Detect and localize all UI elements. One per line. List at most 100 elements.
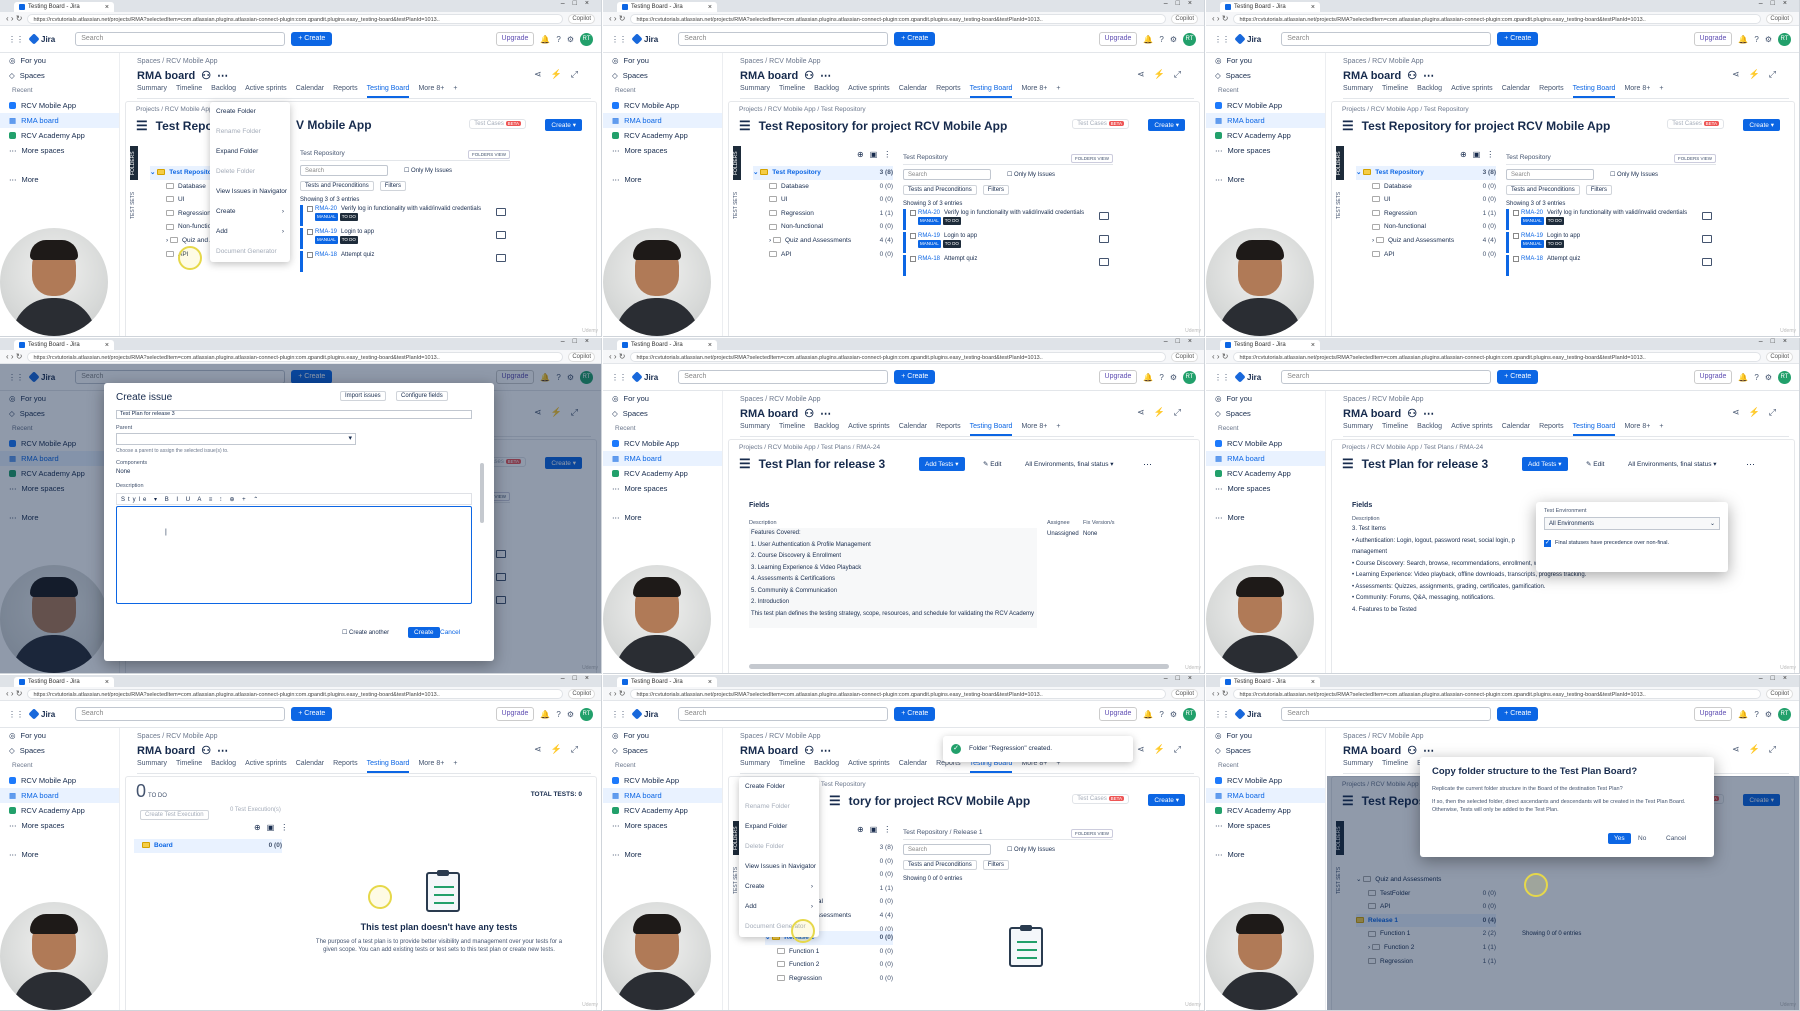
close-tab-icon[interactable]: ×: [1311, 679, 1315, 686]
tab-timeline[interactable]: Timeline: [1382, 423, 1408, 436]
final-status-checkbox[interactable]: ✓ Final statuses have precedence over non…: [1544, 540, 1669, 547]
url-field[interactable]: https://rcvtutorials.atlassian.net/proje…: [27, 351, 564, 362]
sidebar-spaces[interactable]: ◇ Spaces: [603, 406, 722, 421]
no-button[interactable]: No: [1638, 835, 1646, 842]
nav-buttons[interactable]: ‹ › ↻: [6, 689, 22, 698]
sidebar-item-rma-board[interactable]: ▦ RMA board: [603, 451, 722, 466]
tab-testing-board[interactable]: Testing Board: [969, 423, 1013, 436]
more-actions-icon[interactable]: ⋯: [1746, 459, 1755, 470]
create-button[interactable]: + Create: [1497, 370, 1539, 384]
sidebar-spaces[interactable]: ◇ Spaces: [1206, 406, 1325, 421]
board-actions[interactable]: ⋖⚡⤢: [534, 69, 587, 80]
environment-dropdown[interactable]: All Environments, final status ▾: [1025, 460, 1114, 468]
sidebar-more-spaces[interactable]: ⋯ More spaces: [1206, 818, 1325, 833]
create-dropdown-button[interactable]: Create ▾: [1743, 119, 1780, 131]
open-test-icon[interactable]: [1099, 258, 1109, 266]
window-controls[interactable]: –□×: [1759, 675, 1795, 682]
filters-dropdown[interactable]: Filters: [379, 181, 407, 191]
window-controls[interactable]: –□×: [1759, 0, 1795, 7]
test-sets-vertical-tab[interactable]: TEST SETS: [1336, 186, 1344, 224]
browser-tab[interactable]: Testing Board - Jira ×: [617, 677, 717, 687]
copilot-button[interactable]: Copilot: [1171, 13, 1198, 24]
board-breadcrumb[interactable]: Spaces / RCV Mobile App: [1343, 733, 1424, 740]
settings-icon[interactable]: ⚙: [1765, 373, 1772, 382]
close-tab-icon[interactable]: ×: [105, 342, 109, 349]
more-icon[interactable]: ⋯: [1423, 744, 1434, 757]
tree-node[interactable]: UI 0 (0): [753, 193, 893, 207]
window-controls[interactable]: –□×: [1164, 0, 1200, 7]
add-tab-icon[interactable]: +: [1659, 423, 1663, 436]
tab-testing-board[interactable]: Testing Board: [366, 85, 410, 98]
more-icon[interactable]: ⋯: [820, 407, 831, 420]
upgrade-button[interactable]: Upgrade: [1693, 370, 1733, 384]
people-icon[interactable]: ⚇: [804, 407, 814, 420]
sidebar-item-rma-board[interactable]: ▦ RMA board: [0, 113, 119, 128]
browser-tab[interactable]: Testing Board - Jira ×: [617, 2, 717, 12]
test-cases-button[interactable]: Test Cases BETA: [1072, 119, 1129, 129]
folders-view-toggle[interactable]: FOLDERS VIEW: [1673, 154, 1716, 163]
menu-item-create-folder[interactable]: Create Folder: [739, 777, 819, 797]
url-field[interactable]: https://rcvtutorials.atlassian.net/proje…: [630, 351, 1167, 362]
upgrade-button[interactable]: Upgrade: [1098, 32, 1138, 46]
menu-item-document-generator[interactable]: Document Generator: [210, 242, 290, 262]
tab-summary[interactable]: Summary: [740, 423, 770, 436]
help-icon[interactable]: ?: [1159, 373, 1163, 382]
app-switcher-icon[interactable]: ⋮⋮: [1214, 710, 1230, 719]
search-input[interactable]: Search: [678, 370, 889, 384]
board-actions[interactable]: ⋖⚡⤢: [1732, 407, 1785, 418]
tests-search-input[interactable]: Search: [300, 165, 388, 176]
test-key[interactable]: RMA-18: [1521, 256, 1543, 262]
menu-item-delete-folder[interactable]: Delete Folder: [210, 162, 290, 182]
bell-icon[interactable]: 🔔: [1738, 373, 1748, 382]
close-tab-icon[interactable]: ×: [1311, 342, 1315, 349]
user-avatar[interactable]: RT: [1183, 707, 1196, 721]
menu-item-view-issues-in-navigator[interactable]: View Issues in Navigator: [739, 857, 819, 877]
tab-testing-board[interactable]: Testing Board: [366, 760, 410, 773]
panel-path[interactable]: Test Repository: [1506, 154, 1551, 161]
nav-buttons[interactable]: ‹ › ↻: [6, 352, 22, 361]
description-content[interactable]: Features Covered: 1. User Authentication …: [749, 528, 1037, 628]
tree-node[interactable]: ⌄ Test Repository 3 (8): [1356, 166, 1496, 180]
environment-dropdown[interactable]: All Environments, final status ▾: [1628, 460, 1717, 468]
sidebar-item-rma-board[interactable]: ▦ RMA board: [603, 788, 722, 803]
import-issues-button[interactable]: Import issues: [340, 391, 386, 401]
sidebar-for-you[interactable]: ◎ For you: [603, 53, 722, 68]
test-key[interactable]: RMA-18: [918, 256, 940, 262]
more-icon[interactable]: ⋯: [1423, 69, 1434, 82]
sidebar-item-rcv-mobile[interactable]: RCV Mobile App: [603, 98, 722, 113]
tab-timeline[interactable]: Timeline: [1382, 760, 1408, 773]
sidebar-more[interactable]: ⋯ More: [1206, 847, 1325, 862]
tests-search-input[interactable]: Search: [1506, 169, 1594, 180]
sidebar-item-rma-board[interactable]: ▦ RMA board: [0, 788, 119, 803]
search-input[interactable]: Search: [1281, 707, 1492, 721]
tab-more-8-[interactable]: More 8+: [418, 85, 444, 98]
tab-active-sprints[interactable]: Active sprints: [1451, 85, 1493, 98]
tab-reports[interactable]: Reports: [936, 423, 961, 436]
board-actions[interactable]: ⋖⚡⤢: [1732, 744, 1785, 755]
tests-search-input[interactable]: Search: [903, 169, 991, 180]
tree-node[interactable]: Regression 0 (0): [765, 972, 893, 986]
url-field[interactable]: https://rcvtutorials.atlassian.net/proje…: [1233, 688, 1762, 699]
test-item[interactable]: RMA-19 Login to appMANUALTO DO: [903, 232, 1113, 253]
copilot-button[interactable]: Copilot: [1766, 688, 1793, 699]
bell-icon[interactable]: 🔔: [1738, 710, 1748, 719]
people-icon[interactable]: ⚇: [1407, 744, 1417, 757]
panel-path[interactable]: Test Repository: [903, 154, 948, 161]
copilot-button[interactable]: Copilot: [568, 688, 595, 699]
test-item[interactable]: RMA-18 Attempt quiz: [1506, 255, 1716, 276]
nav-buttons[interactable]: ‹ › ↻: [1212, 689, 1228, 698]
tree-toolbar[interactable]: ⊕▣⋮: [857, 150, 897, 159]
copilot-button[interactable]: Copilot: [1171, 688, 1198, 699]
sidebar-item-rcv-academy[interactable]: RCV Academy App: [1206, 466, 1325, 481]
tree-node[interactable]: API 0 (0): [753, 248, 893, 262]
sidebar-for-you[interactable]: ◎ For you: [603, 728, 722, 743]
people-icon[interactable]: ⚇: [804, 69, 814, 82]
configure-fields-button[interactable]: Configure fields: [396, 391, 448, 401]
sidebar-item-rcv-academy[interactable]: RCV Academy App: [0, 128, 119, 143]
open-test-icon[interactable]: [496, 254, 506, 262]
tab-calendar[interactable]: Calendar: [899, 85, 927, 98]
parent-select[interactable]: ▾: [116, 433, 356, 445]
close-tab-icon[interactable]: ×: [708, 4, 712, 11]
create-button[interactable]: + Create: [1497, 32, 1539, 46]
bell-icon[interactable]: 🔔: [1738, 35, 1748, 44]
